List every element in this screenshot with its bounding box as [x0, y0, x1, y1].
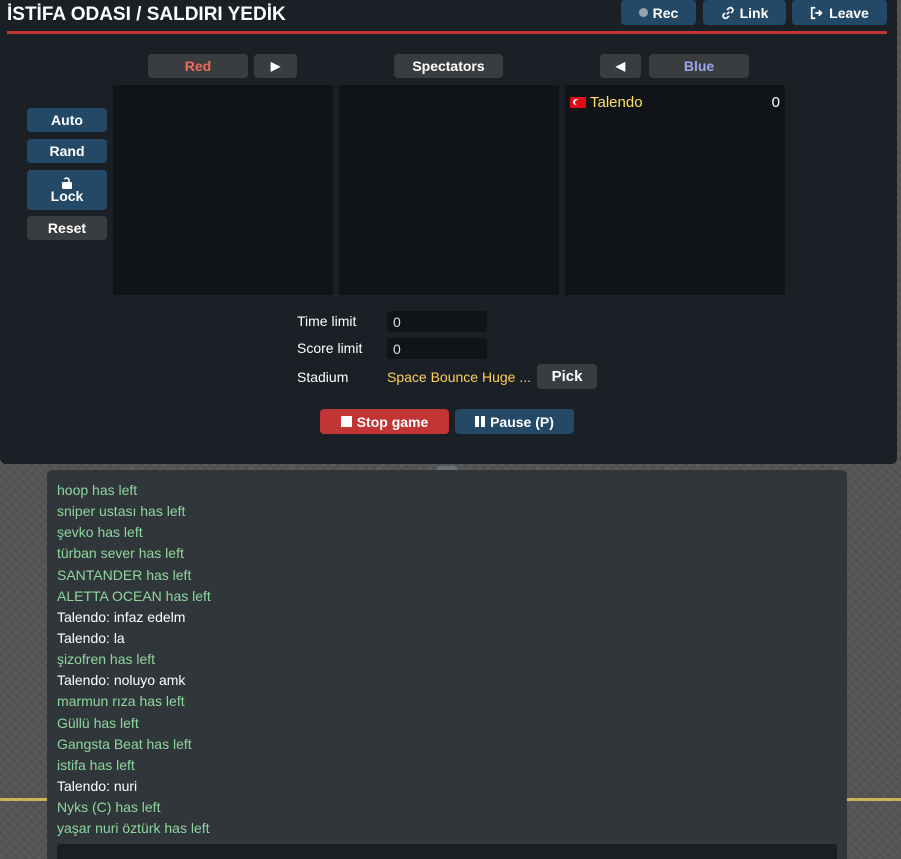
leave-label: Leave [829, 4, 869, 21]
blue-team-list[interactable]: Talendo 0 [565, 85, 785, 295]
tr-flag-icon [570, 96, 586, 108]
lock-button[interactable]: Lock [27, 170, 107, 210]
rec-label: Rec [652, 4, 679, 21]
spectators-list[interactable] [339, 85, 559, 295]
move-left-button[interactable]: ◀ [600, 54, 641, 78]
chat-line: SANTANDER has left [57, 566, 192, 583]
pause-icon [475, 416, 486, 427]
time-limit-input[interactable] [387, 311, 487, 332]
arrow-left-icon: ◀ [615, 59, 626, 73]
leave-button[interactable]: Leave [792, 0, 887, 25]
chat-line: Talendo: infaz edelm [57, 608, 186, 625]
chat-input[interactable] [57, 844, 837, 859]
stop-icon [340, 416, 352, 427]
record-dot-icon [638, 8, 648, 17]
chat-panel: hoop has left sniper ustası has left şevko… [47, 470, 847, 859]
chat-line: şevko has left [57, 524, 143, 541]
pick-stadium-button[interactable]: Pick [537, 364, 597, 389]
score-limit-input[interactable] [387, 338, 487, 359]
exit-icon [811, 6, 823, 19]
room-header: İSTİFA ODASI / SALDIRI YEDİK Rec Link Le… [7, 0, 887, 34]
chat-line: Talendo: la [57, 629, 125, 646]
reset-button[interactable]: Reset [27, 216, 107, 240]
chat-line: istifa has left [57, 756, 135, 773]
rand-button[interactable]: Rand [27, 139, 107, 163]
room-title: İSTİFA ODASI / SALDIRI YEDİK [7, 4, 286, 25]
stadium-name: Space Bounce Huge ... [387, 369, 531, 385]
chat-line: şizofren has left [57, 651, 156, 668]
red-team-list[interactable] [113, 85, 333, 295]
chat-line: Nyks (C) has left [57, 799, 161, 816]
move-right-button[interactable]: ▶ [254, 54, 297, 78]
player-score: 0 [771, 93, 780, 111]
blue-team-button[interactable]: Blue [649, 54, 749, 78]
pause-label: Pause (P) [490, 413, 554, 430]
player-row[interactable]: Talendo 0 [570, 93, 780, 111]
chat-line: Gangsta Beat has left [57, 735, 192, 752]
pause-button[interactable]: Pause (P) [455, 409, 574, 434]
red-team-button[interactable]: Red [148, 54, 248, 78]
player-name: Talendo [590, 93, 643, 111]
chat-line: Güllü has left [57, 714, 139, 731]
score-limit-label: Score limit [297, 340, 363, 356]
stop-game-button[interactable]: Stop game [320, 409, 449, 434]
link-button[interactable]: Link [703, 0, 786, 25]
spectators-button[interactable]: Spectators [394, 54, 503, 78]
chat-line: Talendo: nuri [57, 777, 138, 794]
time-limit-label: Time limit [297, 313, 357, 329]
chat-line: türban sever has left [57, 545, 184, 562]
arrow-right-icon: ▶ [270, 59, 281, 73]
stadium-label: Stadium [297, 369, 349, 385]
auto-button[interactable]: Auto [27, 108, 107, 132]
chat-log[interactable]: hoop has left sniper ustası has left şevko… [57, 481, 837, 840]
chat-line: hoop has left [57, 482, 138, 498]
chat-line: ALETTA OCEAN has left [57, 587, 211, 604]
link-icon [721, 6, 734, 19]
stop-game-label: Stop game [356, 413, 429, 430]
lock-label: Lock [50, 188, 84, 204]
chat-line: marmun rıza has left [57, 693, 185, 710]
room-panel: İSTİFA ODASI / SALDIRI YEDİK Rec Link Le… [0, 0, 897, 464]
link-label: Link [739, 4, 769, 21]
chat-line: sniper ustası has left [57, 503, 186, 520]
chat-line: Talendo: noluyo amk [57, 672, 186, 689]
chat-line: yaşar nuri öztürk has left [57, 820, 210, 837]
rec-button[interactable]: Rec [621, 0, 696, 25]
